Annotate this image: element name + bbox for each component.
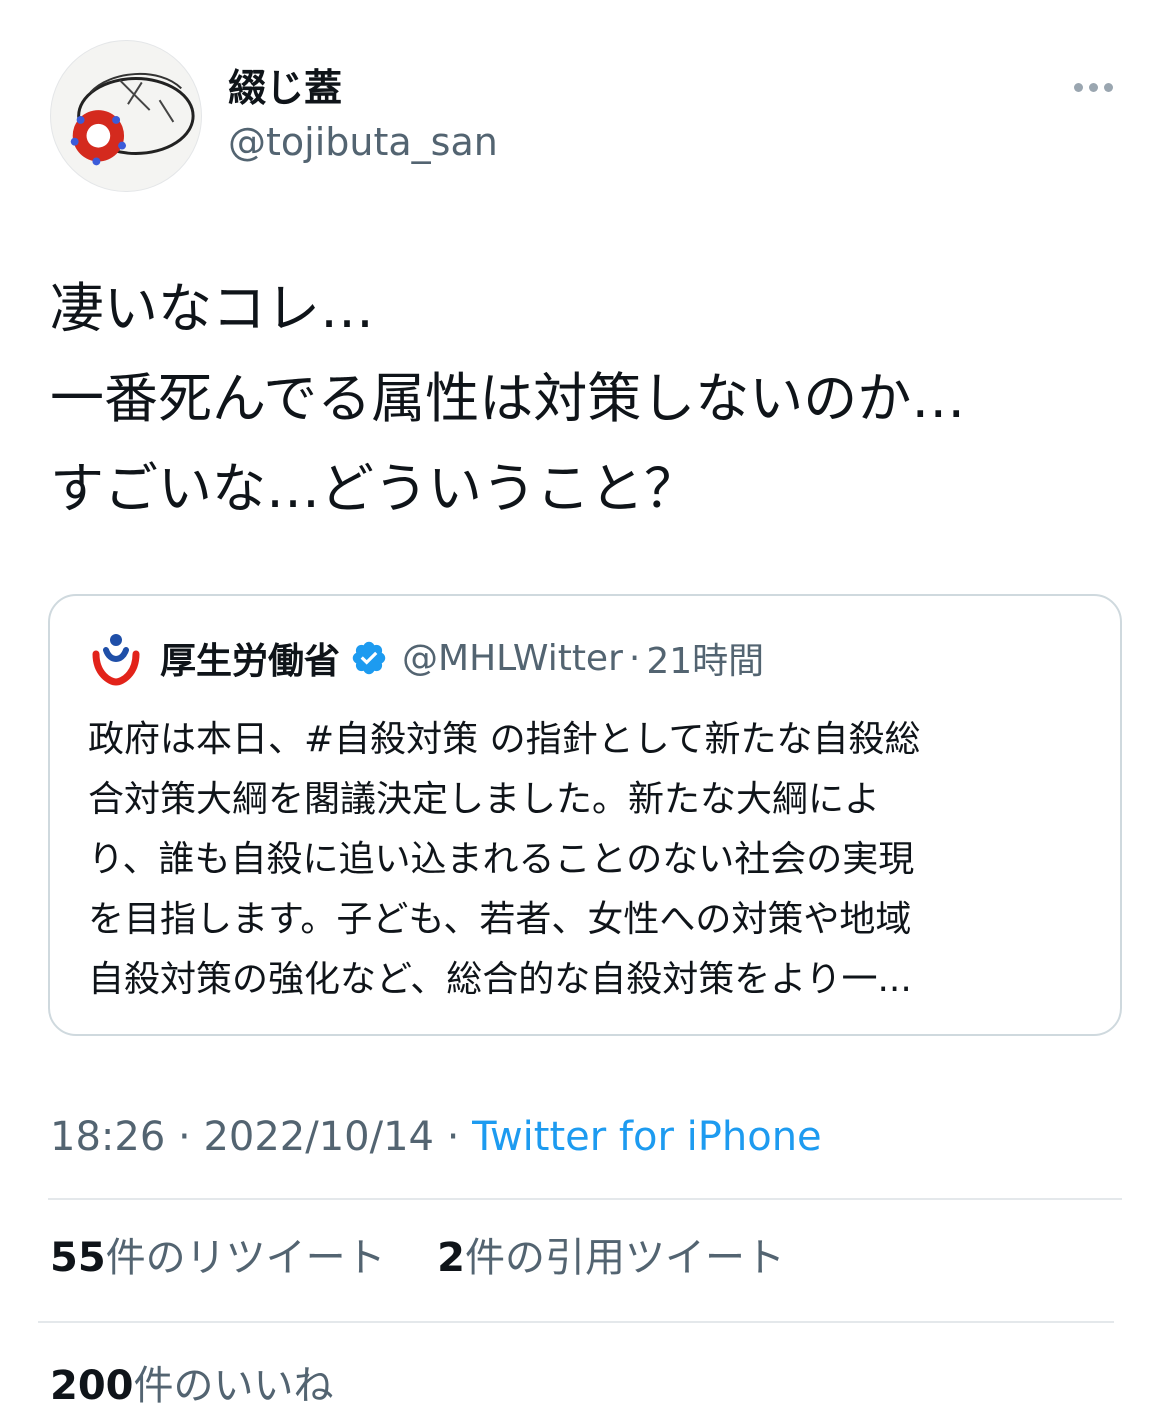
retweets-label: 件のリツイート [105,1235,386,1281]
quotes-label: 件の引用ツイート [464,1235,785,1281]
tweet-text: 凄いなコレ… 一番死んでる属性は対策しないのか… すごいな…どういうこと？ [50,264,1130,534]
retweets-count: 55 [50,1235,106,1281]
author-display-name[interactable]: 綴じ蓋 [228,64,342,112]
quoted-text-line: 自殺対策の強化など、総合的な自殺対策をより一... [88,959,912,1000]
separator-dot: · [178,1114,191,1160]
separator-dot: · [446,1114,460,1160]
quoted-tweet-time: 21時間 [646,641,765,682]
quotes-count: 2 [437,1235,465,1281]
author-handle[interactable]: @tojibuta_san [228,118,498,166]
more-dot [1089,82,1098,92]
quoted-text-line: 合対策大綱を閣議決定しました。新たな大綱によ [88,779,881,820]
tweet-text-line: 凄いなコレ… [50,277,374,340]
avatar-image [70,72,195,166]
divider [38,1321,1114,1323]
quotes-stat[interactable]: 2件の引用ツイート [437,1235,785,1281]
divider [48,1198,1122,1200]
verified-badge-icon [352,641,386,675]
quoted-author-name: 厚生労働省 [160,641,341,682]
tweet-detail: 綴じ蓋 @tojibuta_san 凄いなコレ… 一番死んでる属性は対策しないの… [0,0,1170,1422]
tweet-source-link[interactable]: Twitter for iPhone [472,1114,822,1160]
author-avatar[interactable] [50,40,202,192]
quoted-text-line: 政府は本日、#自殺対策 の指針として新たな自殺総 [88,719,921,760]
quoted-text-line: り、誰も自殺に追い込まれることのない社会の実現 [88,839,915,880]
mhlw-logo-icon [87,629,145,687]
quoted-tweet-card[interactable]: 厚生労働省 @MHLWitter · 21時間 政府は本日、#自殺対策 の指針と… [48,594,1122,1036]
quoted-tweet-header: 厚生労働省 @MHLWitter · 21時間 [86,629,765,687]
tweet-meta: 18:26 · 2022/10/14 · Twitter for iPhone [50,1110,822,1164]
tweet-date[interactable]: 2022/10/14 [203,1114,434,1160]
quoted-author-handle: @MHLWitter [402,637,623,679]
tweet-text-line: すごいな…どういうこと？ [50,457,698,520]
separator-dot: · [628,637,641,679]
tweet-text-line: 一番死んでる属性は対策しないのか… [50,367,966,430]
retweets-stat[interactable]: 55件のリツイート [50,1235,386,1281]
tweet-stats: 55件のリツイート 2件の引用ツイート [50,1230,785,1286]
more-horizontal-icon[interactable] [1074,78,1118,96]
more-dot [1104,82,1113,92]
likes-count: 200 [50,1363,134,1409]
more-dot [1074,82,1083,92]
tweet-time[interactable]: 18:26 [50,1114,165,1160]
likes-stat[interactable]: 200件のいいね [50,1356,334,1416]
quoted-tweet-text: 政府は本日、#自殺対策 の指針として新たな自殺総 合対策大綱を閣議決定しました。… [88,710,1088,1010]
quoted-text-line: を目指します。子ども、若者、女性への対策や地域 [88,899,912,940]
likes-label: 件のいいね [133,1363,334,1409]
